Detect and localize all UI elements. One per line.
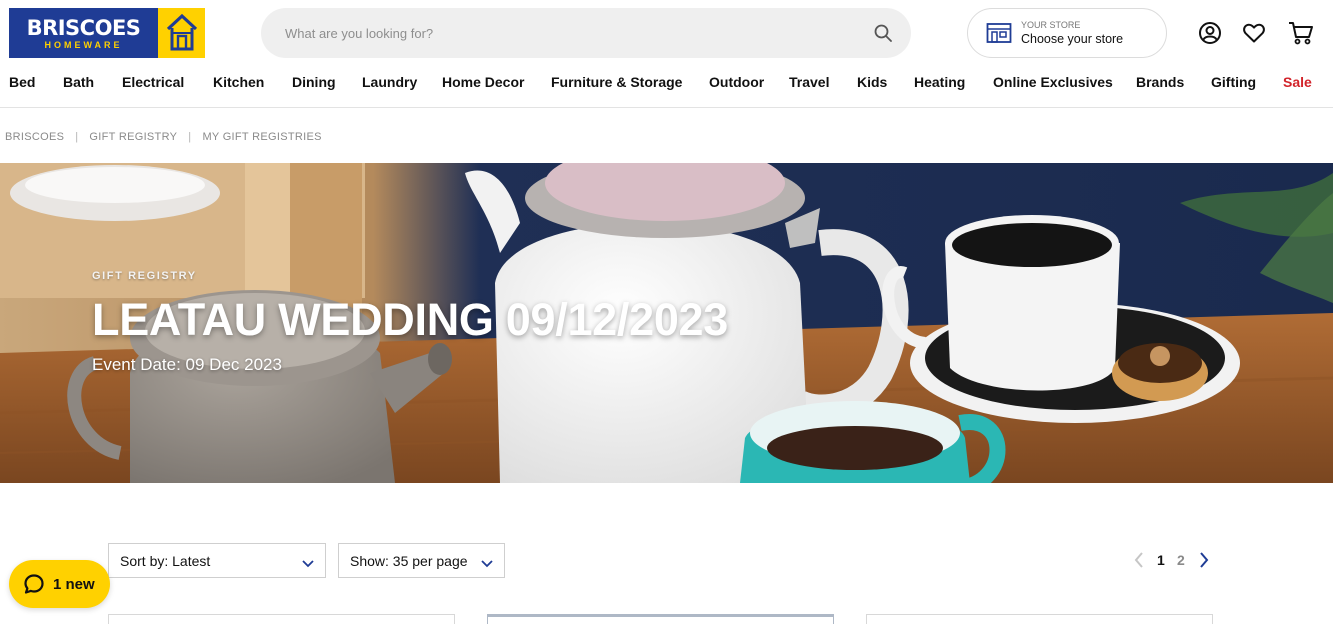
store-icon: [986, 22, 1012, 44]
page-size-dropdown[interactable]: Show: 35 per page: [338, 543, 505, 578]
store-label-small: YOUR STORE: [1021, 19, 1081, 30]
breadcrumb-gift-registry[interactable]: GIFT REGISTRY: [89, 131, 177, 143]
nav-item-travel[interactable]: Travel: [789, 74, 829, 90]
nav-item-brands[interactable]: Brands: [1136, 74, 1184, 90]
chat-bubble-icon: [23, 573, 45, 595]
product-card[interactable]: [487, 614, 834, 624]
account-icon[interactable]: [1198, 21, 1222, 45]
nav-item-dining[interactable]: Dining: [292, 74, 336, 90]
nav-item-sale[interactable]: Sale: [1283, 74, 1312, 90]
nav-item-kids[interactable]: Kids: [857, 74, 887, 90]
logo-wordmark: BRISCOES HOMEWARE: [9, 8, 158, 58]
briscoes-logo[interactable]: BRISCOES HOMEWARE: [9, 8, 205, 58]
store-selector[interactable]: YOUR STORE Choose your store: [967, 8, 1167, 58]
breadcrumb-separator: |: [75, 131, 79, 143]
store-text: YOUR STORE Choose your store: [1021, 20, 1123, 47]
breadcrumb-briscoes[interactable]: BRISCOES: [5, 131, 64, 143]
page-title: LEATAU WEDDING 09/12/2023: [92, 294, 729, 345]
nav-item-online-exclusives[interactable]: Online Exclusives: [993, 74, 1113, 90]
sort-label: Sort by: Latest: [120, 552, 211, 569]
logo-brand-name: BRISCOES: [26, 15, 141, 40]
breadcrumb-my-gift-registries[interactable]: MY GIFT REGISTRIES: [202, 131, 321, 143]
page-size-label: Show: 35 per page: [350, 552, 468, 569]
nav-item-outdoor[interactable]: Outdoor: [709, 74, 764, 90]
product-card[interactable]: [108, 614, 455, 624]
site-header: BRISCOES HOMEWARE What are you looking f…: [0, 0, 1333, 64]
search-bar: [261, 8, 911, 58]
nav-item-gifting[interactable]: Gifting: [1211, 74, 1256, 90]
nav-item-kitchen[interactable]: Kitchen: [213, 74, 264, 90]
next-page-icon[interactable]: [1198, 551, 1210, 569]
main-navigation: Bed Bath Electrical Kitchen Dining Laund…: [0, 64, 1333, 108]
nav-item-bed[interactable]: Bed: [9, 74, 35, 90]
event-date: Event Date: 09 Dec 2023: [92, 355, 282, 374]
store-label-main: Choose your store: [1021, 31, 1124, 46]
page-1-link[interactable]: 1: [1157, 552, 1165, 568]
pagination: 1 2: [1130, 549, 1215, 573]
wishlist-heart-icon[interactable]: [1242, 21, 1266, 45]
sort-dropdown[interactable]: Sort by: Latest: [108, 543, 326, 578]
logo-tagline: HOMEWARE: [44, 39, 123, 50]
cart-icon[interactable]: [1288, 21, 1313, 45]
chat-widget-button[interactable]: 1 new: [9, 560, 110, 608]
search-input[interactable]: [283, 22, 843, 44]
nav-item-electrical[interactable]: Electrical: [122, 74, 184, 90]
chevron-down-icon: [302, 556, 314, 568]
house-icon: [158, 8, 205, 58]
page-2-link[interactable]: 2: [1177, 552, 1185, 568]
product-card[interactable]: [866, 614, 1213, 624]
breadcrumb-separator: |: [188, 131, 192, 143]
chevron-down-icon: [481, 556, 493, 568]
hero-banner: GIFT REGISTRY LEATAU WEDDING 09/12/2023 …: [0, 163, 1333, 483]
previous-page-icon[interactable]: [1133, 551, 1145, 569]
nav-item-bath[interactable]: Bath: [63, 74, 94, 90]
breadcrumb: BRISCOES | GIFT REGISTRY | MY GIFT REGIS…: [5, 129, 322, 145]
search-icon[interactable]: [873, 23, 893, 43]
nav-item-laundry[interactable]: Laundry: [362, 74, 417, 90]
chat-label: 1 new: [53, 575, 95, 593]
nav-item-home-decor[interactable]: Home Decor: [442, 74, 524, 90]
nav-item-furniture-storage[interactable]: Furniture & Storage: [551, 74, 682, 90]
hero-kicker: GIFT REGISTRY: [92, 270, 197, 282]
nav-item-heating[interactable]: Heating: [914, 74, 965, 90]
